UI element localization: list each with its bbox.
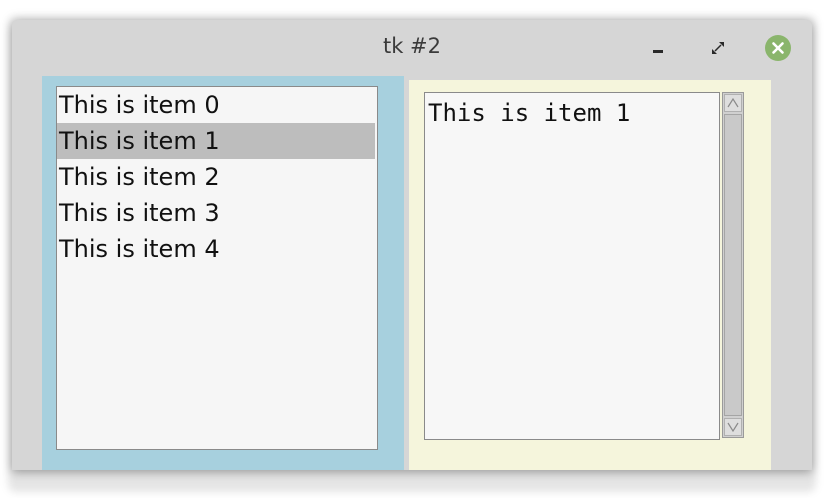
text-widget[interactable]: This is item 1 [424,92,720,440]
right-frame: This is item 1 [409,80,771,470]
left-frame: This is item 0 This is item 1 This is it… [42,76,404,470]
item-listbox[interactable]: This is item 0 This is item 1 This is it… [56,86,378,450]
arrow-up-icon [727,97,739,108]
minimize-button[interactable] [644,34,672,62]
maximize-button[interactable] [704,34,732,62]
minimize-icon [653,50,663,53]
close-button[interactable] [764,34,792,62]
scroll-down-button[interactable] [724,418,742,436]
arrow-down-icon [727,422,739,433]
text-widget-content: This is item 1 [428,99,631,127]
list-item-selected[interactable]: This is item 1 [57,123,375,159]
vertical-scrollbar[interactable] [722,92,744,438]
app-window: tk #2 This is item 0 This is item 1 This… [12,20,812,470]
list-item[interactable]: This is item 4 [57,231,377,267]
maximize-icon [712,42,724,54]
list-item[interactable]: This is item 2 [57,159,377,195]
close-icon [765,35,791,61]
scroll-up-button[interactable] [724,94,742,112]
list-item[interactable]: This is item 0 [57,87,377,123]
scroll-thumb[interactable] [724,114,742,416]
window-title: tk #2 [382,34,442,58]
title-bar[interactable]: tk #2 [12,20,812,76]
list-item[interactable]: This is item 3 [57,195,377,231]
